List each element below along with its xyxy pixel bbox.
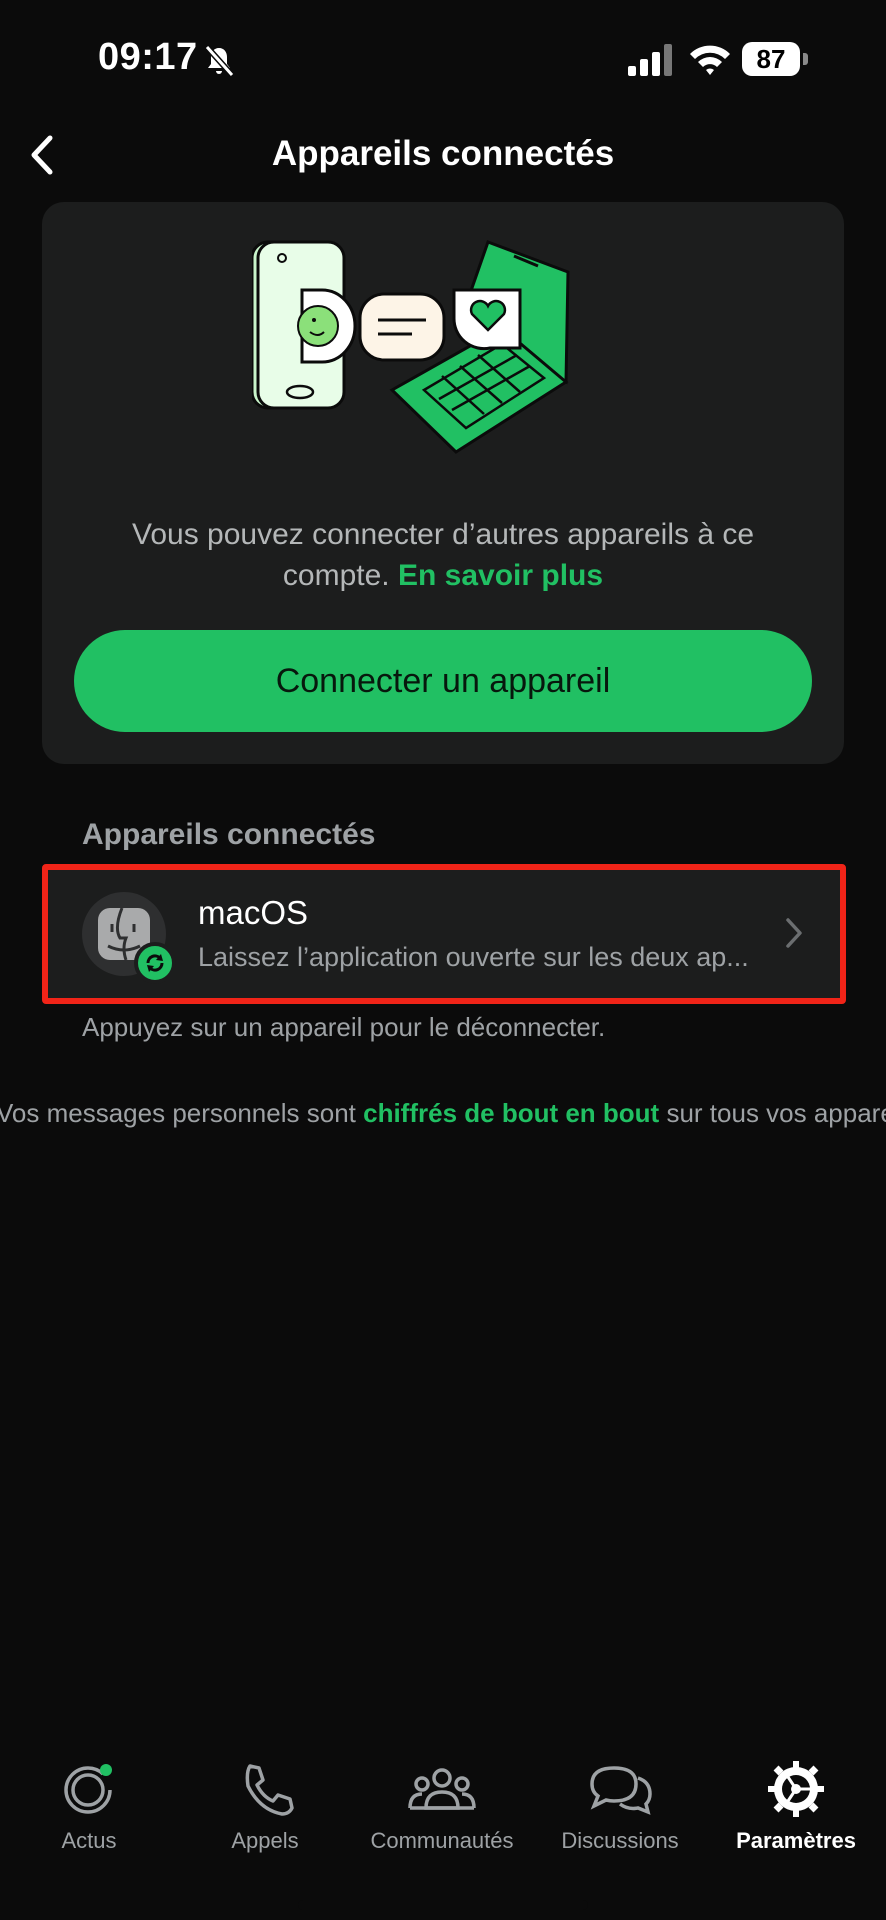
tab-communautes[interactable]: Communautés <box>357 1760 527 1854</box>
tab-label: Actus <box>61 1828 117 1853</box>
status-time: 09:17 <box>98 36 198 78</box>
bell-muted-icon <box>204 45 235 77</box>
tab-bar: Actus Appels Communautés Discussions Par… <box>0 1740 886 1920</box>
chats-icon <box>590 1766 652 1815</box>
tab-label: Discussions <box>561 1828 679 1853</box>
devices-illustration <box>252 240 570 454</box>
encryption-notice: Vos messages personnels sont chiffrés de… <box>0 1098 886 1128</box>
tab-label: Communautés <box>370 1828 514 1853</box>
disconnect-hint: Appuyez sur un appareil pour le déconnec… <box>82 1012 606 1042</box>
learn-more-link[interactable]: En savoir plus <box>398 559 603 592</box>
tab-discussions[interactable]: Discussions <box>535 1760 705 1854</box>
tab-label: Paramètres <box>736 1828 856 1853</box>
connect-device-card: Vous pouvez connecter d’autres appareils… <box>42 202 844 764</box>
settings-icon <box>768 1761 824 1817</box>
tab-actus[interactable]: Actus <box>4 1760 174 1854</box>
section-title: Appareils connectés <box>82 818 376 851</box>
tab-appels[interactable]: Appels <box>180 1760 350 1854</box>
page-title: Appareils connectés <box>271 134 615 173</box>
connect-device-button[interactable]: Connecter un appareil <box>74 630 812 732</box>
card-description: Vous pouvez connecter d’autres appareils… <box>131 518 755 592</box>
home-indicator <box>298 1900 588 1910</box>
e2e-link[interactable]: chiffrés de bout en bout <box>363 1098 659 1128</box>
selection-highlight <box>42 864 846 1004</box>
battery-level: 87 <box>742 42 800 76</box>
tab-label: Appels <box>231 1828 299 1853</box>
communities-icon <box>408 1768 476 1810</box>
tab-parametres[interactable]: Paramètres <box>711 1760 881 1854</box>
battery-indicator: 87 <box>742 42 808 76</box>
cellular-signal-icon <box>628 44 672 76</box>
wifi-icon <box>690 45 730 75</box>
updates-icon <box>64 1764 112 1814</box>
phone-icon <box>245 1764 294 1816</box>
status-bar: 09:17 87 <box>0 0 886 120</box>
